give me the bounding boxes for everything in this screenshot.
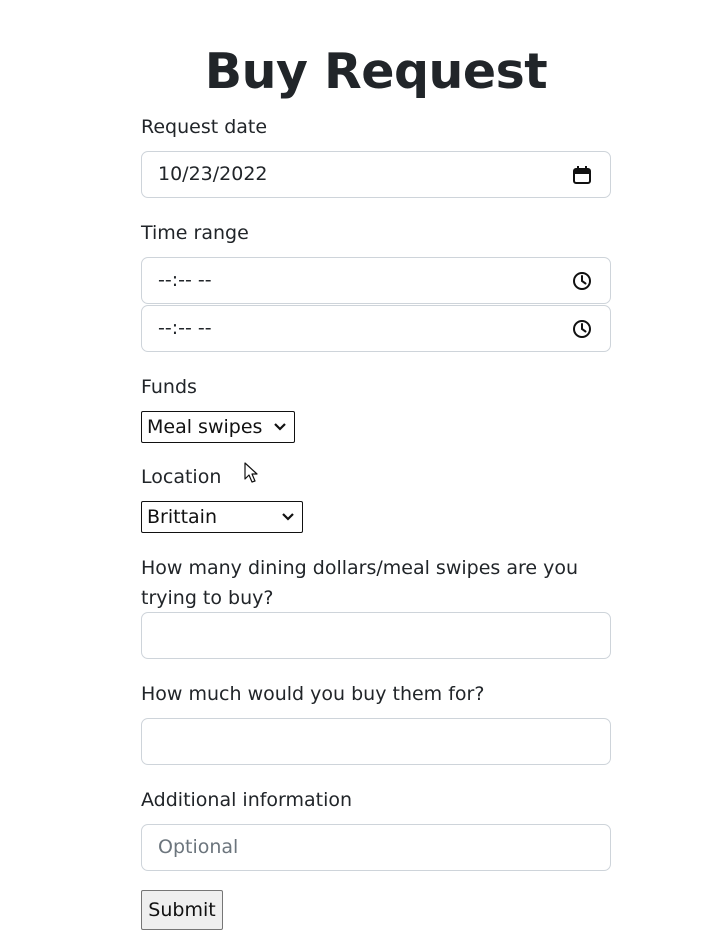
chevron-down-icon	[274, 423, 286, 431]
request-date-label: Request date	[141, 116, 268, 138]
price-label: How much would you buy them for?	[141, 683, 485, 705]
request-date-value: 10/23/2022	[158, 163, 268, 185]
location-select[interactable]: Brittain	[141, 501, 303, 533]
time-start-input[interactable]: --:-- --	[141, 257, 611, 304]
clock-icon[interactable]	[572, 271, 592, 291]
funds-selected-value: Meal swipes	[147, 416, 263, 438]
additional-info-label: Additional information	[141, 789, 353, 811]
additional-info-input[interactable]: Optional	[141, 824, 611, 871]
calendar-icon[interactable]	[572, 165, 592, 185]
time-end-value: --:-- --	[158, 317, 212, 339]
additional-info-placeholder: Optional	[158, 836, 239, 858]
time-start-value: --:-- --	[158, 269, 212, 291]
mouse-pointer-icon	[244, 462, 258, 483]
funds-select[interactable]: Meal swipes	[141, 411, 295, 443]
location-selected-value: Brittain	[147, 506, 217, 528]
clock-icon[interactable]	[572, 319, 592, 339]
location-label: Location	[141, 466, 222, 488]
request-date-input[interactable]: 10/23/2022	[141, 151, 611, 198]
quantity-label: How many dining dollars/meal swipes are …	[141, 557, 579, 609]
page-title: Buy Request	[204, 43, 548, 100]
submit-button[interactable]: Submit	[141, 890, 223, 930]
funds-label: Funds	[141, 376, 197, 398]
chevron-down-icon	[282, 513, 294, 521]
time-end-input[interactable]: --:-- --	[141, 305, 611, 352]
time-range-label: Time range	[141, 222, 249, 244]
quantity-input[interactable]	[141, 612, 611, 659]
price-input[interactable]	[141, 718, 611, 765]
